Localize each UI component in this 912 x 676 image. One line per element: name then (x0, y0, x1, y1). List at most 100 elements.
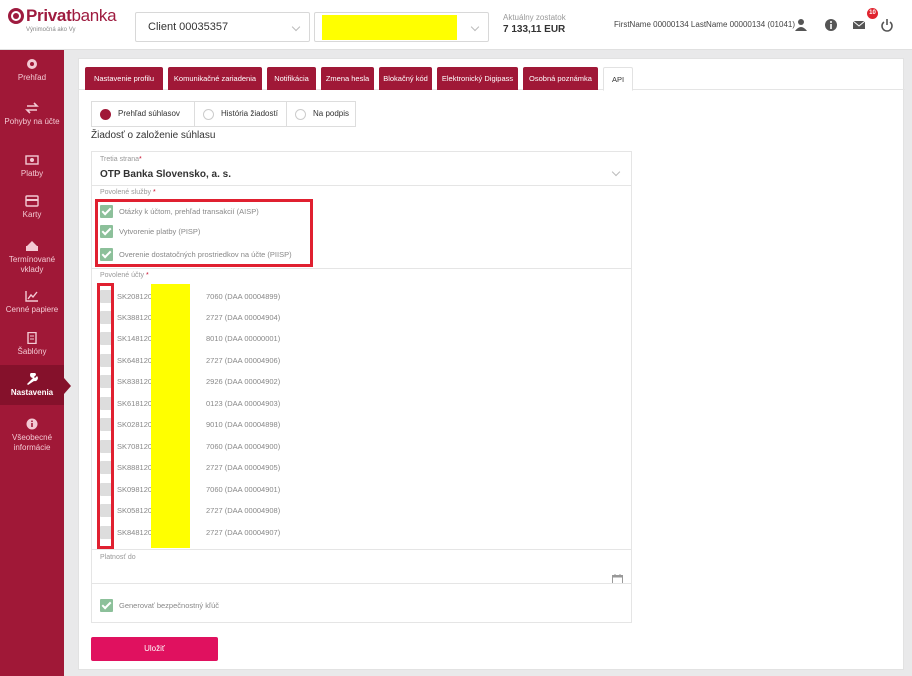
validity-label: Platnosť do (100, 554, 136, 561)
sidebar-item-vseobecne-informacie[interactable]: Všeobecné informácie (0, 418, 64, 453)
tab-elektronicky-digipass[interactable]: Elektronický Digipass (437, 67, 518, 90)
account-prefix: SK838120 (117, 377, 153, 386)
mail-icon[interactable] (852, 18, 866, 32)
tab-komunikacne-zariadenia[interactable]: Komunikačné zariadenia (168, 67, 262, 90)
settings-tabs: Nastavenie profilu Komunikačné zariadeni… (79, 64, 905, 91)
sidebar-item-prehlad[interactable]: Prehľad (0, 58, 64, 83)
account-suffix: 8010 (DAA 00000001) (206, 334, 281, 343)
balance-display: Aktuálny zostatok 7 133,11 EUR (503, 13, 566, 35)
subtab-label: Prehľad súhlasov (118, 109, 180, 118)
sidebar-item-cenne-papiere[interactable]: Cenné papiere (0, 290, 64, 315)
user-icon[interactable] (794, 18, 808, 32)
radio-unselected (203, 109, 214, 120)
account-prefix: SK098120 (117, 485, 153, 494)
sidebar-item-karty[interactable]: Karty (0, 195, 64, 220)
generate-key-label: Generovať bezpečnostný kľúč (119, 601, 220, 610)
services-highlight (95, 199, 313, 267)
account-suffix: 7060 (DAA 00004901) (206, 485, 281, 494)
account-prefix: SK888120 (117, 463, 153, 472)
sidebar-item-label: Všeobecné informácie (11, 433, 53, 452)
account-prefix: SK388120 (117, 313, 153, 322)
account-suffix: 2926 (DAA 00004902) (206, 377, 281, 386)
tab-osobna-poznamka[interactable]: Osobná poznámka (523, 67, 598, 90)
account-select[interactable] (314, 12, 489, 42)
sidebar-item-label: Karty (22, 210, 42, 219)
sidebar-item-nastavenia[interactable]: Nastavenia (0, 365, 71, 405)
chart-icon (25, 291, 38, 302)
account-prefix: SK618120 (117, 399, 153, 408)
divider (92, 583, 631, 584)
tab-blokacny-kod[interactable]: Blokačný kód (379, 67, 432, 90)
redacted-account-numbers (151, 284, 190, 548)
accounts-label: Povolené účty * (100, 272, 149, 279)
account-prefix: SK848120 (117, 528, 153, 537)
transfers-icon (25, 102, 39, 114)
settings-panel: Nastavenie profilu Komunikačné zariadeni… (78, 58, 905, 670)
sidebar-item-platby[interactable]: Platby (0, 154, 64, 179)
consent-form: Tretia strana* OTP Banka Slovensko, a. s… (91, 151, 632, 623)
account-suffix: 2727 (DAA 00004904) (206, 313, 281, 322)
info-icon (26, 418, 38, 430)
subtab-na-podpis[interactable]: Na podpis (286, 101, 356, 127)
chevron-down-icon (470, 22, 480, 32)
info-icon[interactable] (824, 18, 838, 32)
radio-selected (100, 109, 111, 120)
services-label: Povolené služby * (100, 189, 156, 196)
sidebar: Prehľad Pohyby na účte Platby Karty Term… (0, 50, 71, 676)
card-icon (25, 195, 39, 207)
account-suffix: 2727 (DAA 00004908) (206, 506, 281, 515)
divider (92, 549, 631, 550)
account-prefix: SK648120 (117, 356, 153, 365)
account-suffix: 7060 (DAA 00004900) (206, 442, 281, 451)
payments-icon (25, 155, 39, 165)
subtab-label: Na podpis (313, 109, 350, 118)
sidebar-item-sablony[interactable]: Šablóny (0, 332, 64, 357)
account-prefix: SK058120 (117, 506, 153, 515)
sidebar-item-label: Pohyby na účte (4, 117, 60, 126)
mail-count-badge: 10 (867, 8, 878, 19)
sidebar-item-label: Šablóny (17, 347, 47, 356)
subtab-prehlad-suhlasov[interactable]: Prehľad súhlasov (91, 101, 195, 127)
account-suffix: 7060 (DAA 00004899) (206, 292, 281, 301)
account-prefix: SK028120 (117, 420, 153, 429)
wrench-icon (27, 373, 38, 385)
client-select[interactable]: Client 00035357 (135, 12, 310, 42)
sidebar-item-label: Termínované vklady (8, 255, 56, 274)
sidebar-item-terminovane-vklady[interactable]: Termínované vklady (0, 240, 64, 275)
section-title: Žiadosť o založenie súhlasu (91, 130, 216, 141)
divider (92, 185, 631, 186)
account-prefix: SK208120 (117, 292, 153, 301)
tab-zmena-hesla[interactable]: Zmena hesla (321, 67, 374, 90)
tab-nastavenie-profilu[interactable]: Nastavenie profilu (85, 67, 163, 90)
tab-api[interactable]: API (603, 67, 633, 91)
account-prefix: SK708120 (117, 442, 153, 451)
sidebar-item-label: Nastavenia (10, 388, 54, 397)
radio-unselected (295, 109, 306, 120)
checkbox-checked[interactable] (100, 599, 113, 612)
redacted-account (322, 15, 457, 40)
save-button[interactable]: Uložiť (91, 637, 218, 661)
privatbanka-logo[interactable]: Privatbanka Výnimočná ako Vy (8, 6, 118, 40)
chevron-down-icon (291, 22, 301, 32)
top-header: Privatbanka Výnimočná ako Vy Client 0003… (0, 0, 912, 50)
account-suffix: 0123 (DAA 00004903) (206, 399, 281, 408)
subtab-label: História žiadostí (221, 109, 278, 118)
account-suffix: 2727 (DAA 00004907) (206, 528, 281, 537)
divider (92, 268, 631, 269)
chevron-down-icon[interactable] (611, 167, 621, 177)
document-icon (27, 332, 37, 344)
logo-mark (8, 8, 24, 24)
power-icon[interactable] (880, 18, 894, 32)
client-select-value: Client 00035357 (148, 21, 229, 33)
logo-tagline: Výnimočná ako Vy (26, 27, 76, 33)
user-name: FirstName 00000134 LastName 00000134 (01… (614, 20, 796, 29)
logo-text: Privatbanka (26, 6, 117, 25)
sidebar-item-pohyby[interactable]: Pohyby na účte (0, 102, 64, 127)
dashboard-icon (27, 59, 37, 69)
accounts-checkbox-highlight (97, 283, 114, 549)
third-party-value[interactable]: OTP Banka Slovensko, a. s. (100, 169, 231, 180)
tab-notifikacia[interactable]: Notifikácia (267, 67, 316, 90)
subtab-historia-ziadosti[interactable]: História žiadostí (194, 101, 287, 127)
sidebar-item-label: Cenné papiere (5, 305, 59, 314)
sidebar-item-label: Platby (20, 169, 44, 178)
